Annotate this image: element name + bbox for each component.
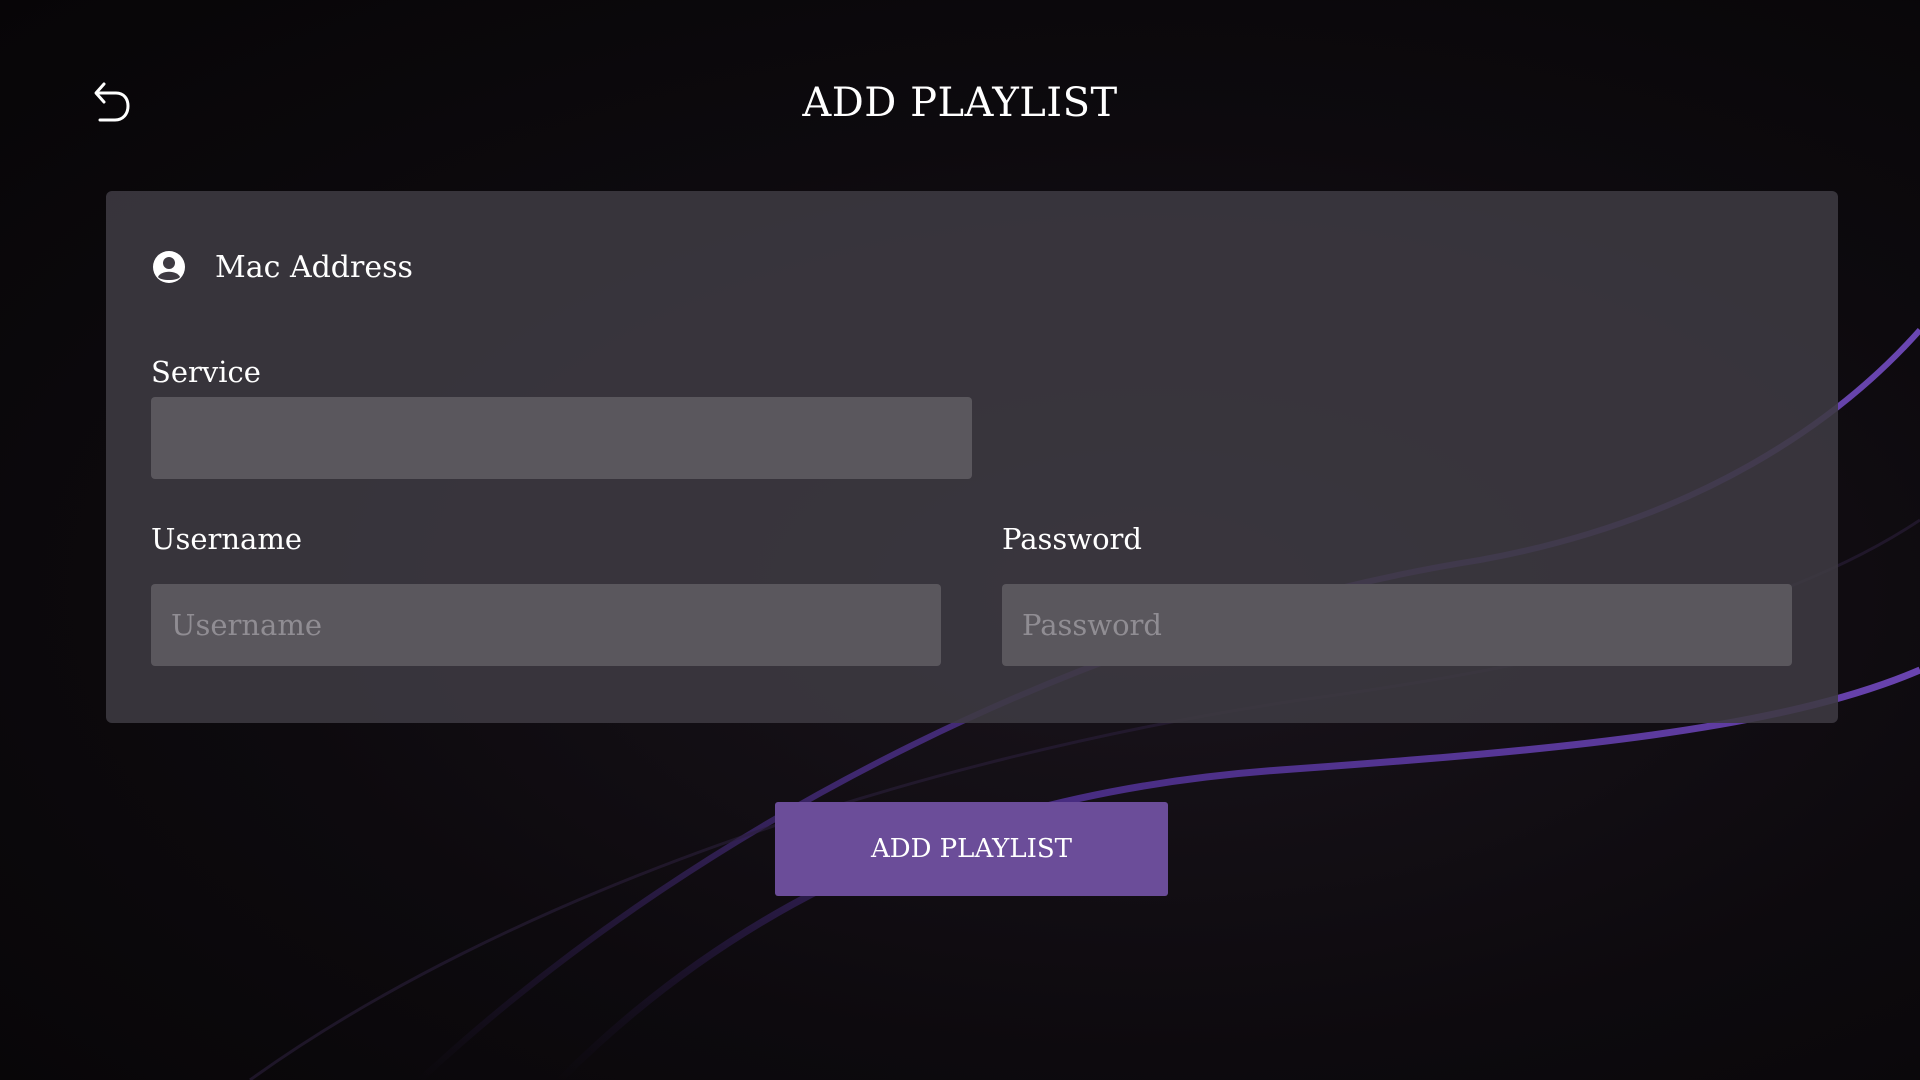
background-wave-lower <box>557 666 1920 1080</box>
add-playlist-screen: ADD PLAYLIST Mac Address Service Usernam… <box>0 0 1920 1080</box>
password-label: Password <box>1002 522 1142 556</box>
username-label: Username <box>151 522 302 556</box>
page-title: ADD PLAYLIST <box>802 80 1118 126</box>
mac-address-row: Mac Address <box>151 249 413 285</box>
playlist-form-card: Mac Address Service Username Password <box>106 191 1838 723</box>
service-label: Service <box>151 355 261 389</box>
mac-address-label: Mac Address <box>215 249 413 285</box>
account-circle-icon <box>151 249 187 285</box>
add-playlist-button[interactable]: ADD PLAYLIST <box>775 802 1168 896</box>
password-input[interactable] <box>1002 584 1792 666</box>
username-input[interactable] <box>151 584 941 666</box>
service-input[interactable] <box>151 397 972 479</box>
